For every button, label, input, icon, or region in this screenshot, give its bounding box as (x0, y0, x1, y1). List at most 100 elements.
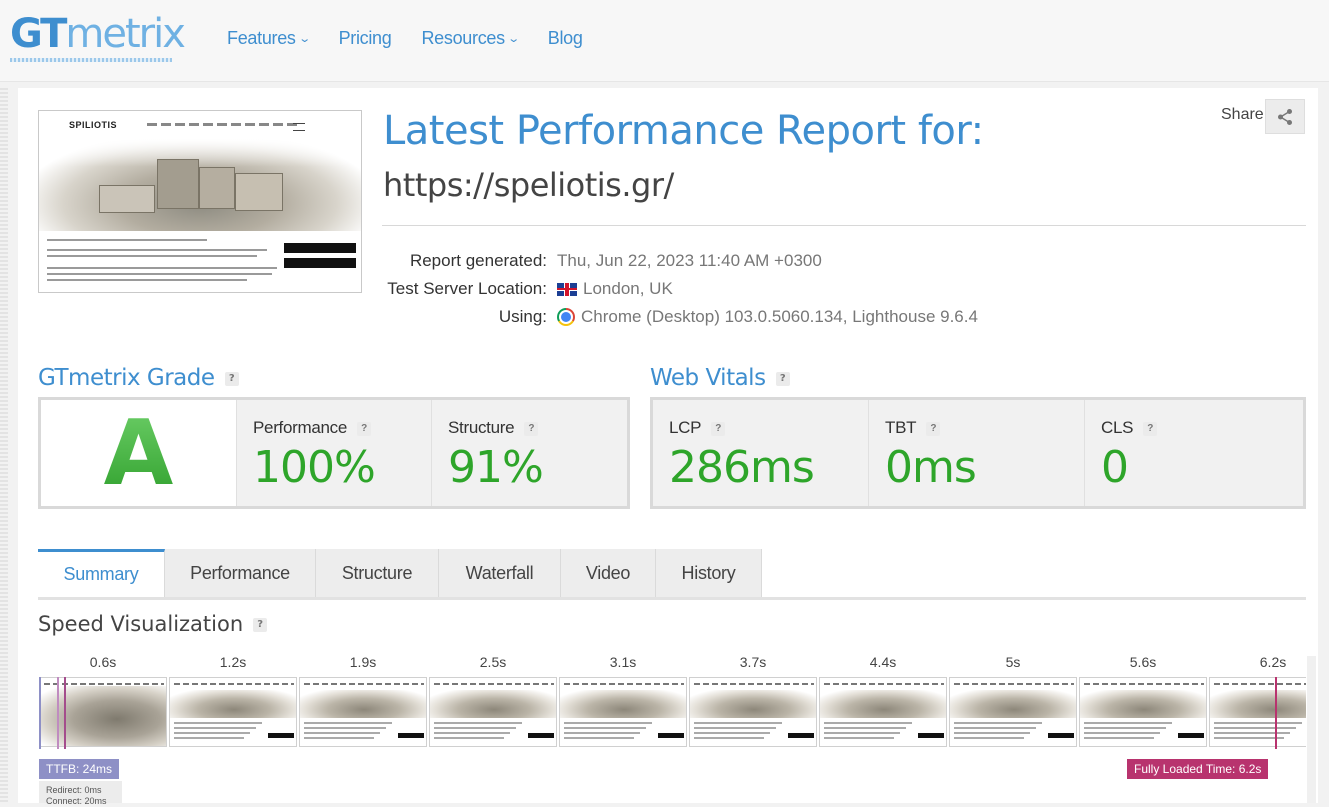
structure-label-text: Structure (448, 418, 515, 437)
filmstrip-frame[interactable] (429, 677, 557, 747)
filmstrip-time-label: 2.5s (479, 654, 507, 670)
filmstrip-time-label: 1.2s (219, 654, 247, 670)
tab-history[interactable]: History (656, 549, 762, 597)
tbt-label: TBT? (885, 418, 941, 438)
tbt-label-text: TBT (885, 418, 917, 437)
help-icon[interactable]: ? (775, 371, 790, 386)
thumbnail-building (235, 173, 283, 211)
frame-text-line (1214, 727, 1296, 729)
frame-text-line (694, 737, 764, 739)
thumbnail-building (157, 159, 199, 209)
frame-menu (44, 683, 164, 685)
filmstrip-frame[interactable] (559, 677, 687, 747)
ttfb-badge[interactable]: TTFB: 24ms (39, 759, 120, 779)
filmstrip-frame[interactable] (689, 677, 817, 747)
frame-text-line (564, 732, 640, 734)
logo-underline (10, 58, 172, 62)
help-icon[interactable]: ? (253, 618, 268, 632)
frame-button (918, 733, 944, 738)
frame-text-line (954, 737, 1024, 739)
frame-text-line (694, 727, 776, 729)
timing-marker (57, 677, 59, 749)
nav-resources-label: Resources (421, 28, 505, 48)
frame-hero (820, 690, 946, 718)
filmstrip-time-label: 1.9s (349, 654, 377, 670)
grade-cell: A (41, 400, 237, 506)
scrollbar[interactable] (1307, 656, 1316, 803)
help-icon[interactable]: ? (1143, 421, 1158, 436)
frame-button (528, 733, 554, 738)
ttfb-details: Redirect: 0ms Connect: 20ms (39, 781, 122, 806)
frame-menu (954, 683, 1074, 685)
filmstrip-frame[interactable] (299, 677, 427, 747)
frame-text-line (1214, 732, 1290, 734)
frame-text-line (174, 737, 244, 739)
frame-text-line (434, 722, 522, 724)
fully-loaded-badge[interactable]: Fully Loaded Time: 6.2s (1127, 759, 1269, 779)
frame-menu (694, 683, 814, 685)
tbt-cell: TBT? 0ms (869, 400, 1085, 506)
filmstrip-time-label: 5.6s (1129, 654, 1157, 670)
nav-features[interactable]: Features ⌄ (227, 28, 311, 49)
report-url[interactable]: https://speliotis.gr/ (383, 166, 674, 204)
thumbnail-building (99, 185, 155, 213)
main-nav: Features ⌄ Pricing Resources ⌄ Blog (227, 28, 613, 49)
thumbnail-brand: SPILIOTIS (69, 120, 118, 130)
frame-hero (430, 690, 556, 718)
help-icon[interactable]: ? (357, 421, 372, 436)
tab-video[interactable]: Video (561, 549, 656, 597)
filmstrip-frame[interactable] (949, 677, 1077, 747)
meta-value: Thu, Jun 22, 2023 11:40 AM +0300 (557, 247, 822, 275)
frame-button (1178, 733, 1204, 738)
filmstrip-frame[interactable] (819, 677, 947, 747)
help-icon[interactable]: ? (711, 421, 726, 436)
help-icon[interactable]: ? (926, 421, 941, 436)
meta-label: Using: (498, 307, 547, 326)
filmstrip-frame[interactable] (169, 677, 297, 747)
nav-resources[interactable]: Resources ⌄ (421, 28, 519, 49)
thumbnail-text-line (47, 255, 257, 257)
frame-menu (1084, 683, 1204, 685)
frame-text-line (304, 722, 392, 724)
ttfb-connect: Connect: 20ms (46, 796, 107, 806)
filmstrip-frame[interactable] (1079, 677, 1207, 747)
ttfb-redirect: Redirect: 0ms (46, 785, 102, 795)
performance-label: Performance? (253, 418, 372, 438)
tab-performance[interactable]: Performance (165, 549, 316, 597)
frame-text-line (824, 737, 894, 739)
thumbnail-text-line (47, 267, 277, 269)
help-icon[interactable]: ? (224, 371, 239, 386)
lcp-value: 286ms (669, 442, 815, 493)
thumbnail-button (284, 243, 356, 253)
frame-hero (1210, 690, 1306, 718)
tab-waterfall[interactable]: Waterfall (439, 549, 561, 597)
help-icon[interactable]: ? (524, 421, 539, 436)
nav-pricing[interactable]: Pricing (339, 28, 392, 49)
nav-blog[interactable]: Blog (548, 28, 583, 49)
gtmetrix-logo[interactable]: GTmetrix (10, 10, 186, 62)
speed-visualization-heading: Speed Visualization? (38, 612, 268, 636)
frame-text-line (694, 722, 782, 724)
frame-text-line (824, 722, 912, 724)
filmstrip-frame[interactable] (1209, 677, 1306, 747)
thumbnail-menu (147, 123, 297, 126)
frame-hero (170, 690, 296, 718)
cls-cell: CLS? 0 (1085, 400, 1303, 506)
tab-summary[interactable]: Summary (38, 549, 165, 597)
frame-menu (564, 683, 684, 685)
share-button[interactable] (1265, 99, 1305, 134)
frame-hero (690, 690, 816, 718)
tab-structure[interactable]: Structure (316, 549, 439, 597)
meta-row-generated: Report generated: Thu, Jun 22, 2023 11:4… (383, 247, 978, 275)
chevron-down-icon: ⌄ (297, 33, 311, 45)
frame-hero (300, 690, 426, 718)
frame-text-line (1214, 737, 1284, 739)
page-screenshot-thumbnail[interactable]: SPILIOTIS (38, 110, 362, 293)
filmstrip-time-label: 3.1s (609, 654, 637, 670)
filmstrip-time-label: 5s (1005, 654, 1021, 670)
frame-menu (434, 683, 554, 685)
meta-value: Chrome (Desktop) 103.0.5060.134, Lightho… (557, 303, 978, 331)
frame-text-line (694, 732, 770, 734)
meta-label: Report generated: (409, 251, 547, 270)
thumbnail-hero-image (39, 139, 361, 231)
